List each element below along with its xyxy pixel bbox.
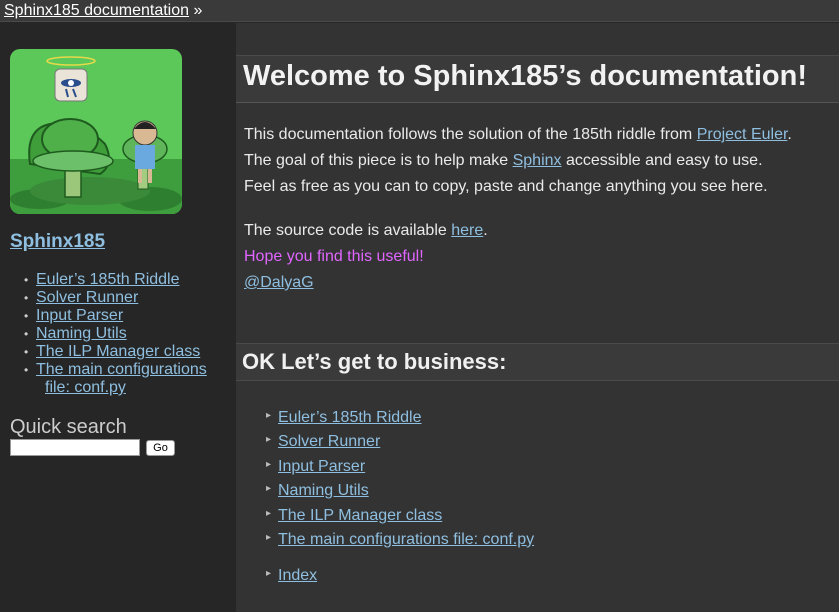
main-toc-item: The main configurations file: conf.py xyxy=(266,531,534,555)
sidebar-toc-link-ilp-manager[interactable]: The ILP Manager class xyxy=(36,343,200,360)
sphinx-link[interactable]: Sphinx xyxy=(513,152,562,169)
sidebar-toc-link-main-config-line1: The main configurations xyxy=(36,361,207,378)
quick-search-heading: Quick search xyxy=(10,416,127,438)
section-title: OK Let’s get to business: xyxy=(242,349,507,374)
source-code-link[interactable]: here xyxy=(451,222,483,239)
sidebar-toc-item: Naming Utils xyxy=(24,325,207,343)
main-toc-link-main-config[interactable]: The main configurations file: conf.py xyxy=(278,531,534,548)
intro-text: . xyxy=(787,126,792,143)
hope-message: Hope you find this useful! xyxy=(244,248,424,265)
search-go-button[interactable]: Go xyxy=(146,440,175,456)
sidebar-toc-item: The main configurationsfile: conf.py xyxy=(24,361,207,397)
sidebar-toc-item: Solver Runner xyxy=(24,289,207,307)
sidebar-toc-item: The ILP Manager class xyxy=(24,343,207,361)
intro-paragraph-1: This documentation follows the solution … xyxy=(244,126,792,144)
section-banner: OK Let’s get to business: xyxy=(236,343,839,381)
intro-paragraph-3: Feel as free as you can to copy, paste a… xyxy=(244,178,768,195)
sidebar-toc-link-input-parser[interactable]: Input Parser xyxy=(36,307,123,324)
breadcrumb-separator: » xyxy=(193,2,203,19)
main-toc-item: Naming Utils xyxy=(266,482,534,506)
project-title: Sphinx185 xyxy=(10,231,105,253)
source-text: . xyxy=(483,222,488,239)
logo-illustration xyxy=(10,49,182,214)
main-toc-link-input-parser[interactable]: Input Parser xyxy=(278,458,365,475)
page-title: Welcome to Sphinx185’s documentation! xyxy=(243,60,807,92)
main-toc-link-naming-utils[interactable]: Naming Utils xyxy=(278,482,369,499)
sidebar-toc-link-main-config-line2: file: conf.py xyxy=(45,379,126,396)
main-toc-link-eulers-riddle[interactable]: Euler’s 185th Riddle xyxy=(278,409,422,426)
title-banner: Welcome to Sphinx185’s documentation! xyxy=(236,55,839,103)
intro-text: accessible and easy to use. xyxy=(561,152,763,169)
intro-paragraph-2: The goal of this piece is to help make S… xyxy=(244,152,763,170)
sidebar-toc-item: Euler’s 185th Riddle xyxy=(24,271,207,289)
intro-text: This documentation follows the solution … xyxy=(244,126,697,143)
project-euler-link[interactable]: Project Euler xyxy=(697,126,788,143)
search-input[interactable] xyxy=(10,439,140,456)
sidebar-toc: Euler’s 185th Riddle Solver Runner Input… xyxy=(24,271,207,397)
sidebar-toc-link-naming-utils[interactable]: Naming Utils xyxy=(36,325,127,342)
source-text: The source code is available xyxy=(244,222,452,239)
sidebar: Sphinx185 Euler’s 185th Riddle Solver Ru… xyxy=(0,23,236,612)
sidebar-toc-link-main-config[interactable]: The main configurations file: conf.py xyxy=(36,361,207,397)
index-link[interactable]: Index xyxy=(278,567,317,584)
sidebar-toc-link-solver-runner[interactable]: Solver Runner xyxy=(36,289,138,306)
index-list: Index xyxy=(266,567,317,585)
main-toc-item: Euler’s 185th Riddle xyxy=(266,409,534,433)
main-content: Welcome to Sphinx185’s documentation! Th… xyxy=(236,23,839,612)
logo-image[interactable] xyxy=(10,49,182,214)
main-toc-item: Solver Runner xyxy=(266,433,534,457)
main-toc: Euler’s 185th Riddle Solver Runner Input… xyxy=(266,409,534,555)
main-toc-item: The ILP Manager class xyxy=(266,507,534,531)
sidebar-toc-item: Input Parser xyxy=(24,307,207,325)
author-link[interactable]: @DalyaG xyxy=(244,274,314,291)
main-toc-link-ilp-manager[interactable]: The ILP Manager class xyxy=(278,507,442,524)
intro-text: The goal of this piece is to help make xyxy=(244,152,513,169)
breadcrumb-home-link[interactable]: Sphinx185 documentation xyxy=(4,2,189,19)
index-item: Index xyxy=(266,567,317,585)
main-toc-item: Input Parser xyxy=(266,458,534,482)
main-toc-link-solver-runner[interactable]: Solver Runner xyxy=(278,433,380,450)
author-line: @DalyaG xyxy=(244,274,314,292)
sidebar-toc-link-eulers-riddle[interactable]: Euler’s 185th Riddle xyxy=(36,271,180,288)
breadcrumb-bar: Sphinx185 documentation » xyxy=(0,0,839,22)
source-code-paragraph: The source code is available here. xyxy=(244,222,488,240)
project-title-link[interactable]: Sphinx185 xyxy=(10,231,105,252)
